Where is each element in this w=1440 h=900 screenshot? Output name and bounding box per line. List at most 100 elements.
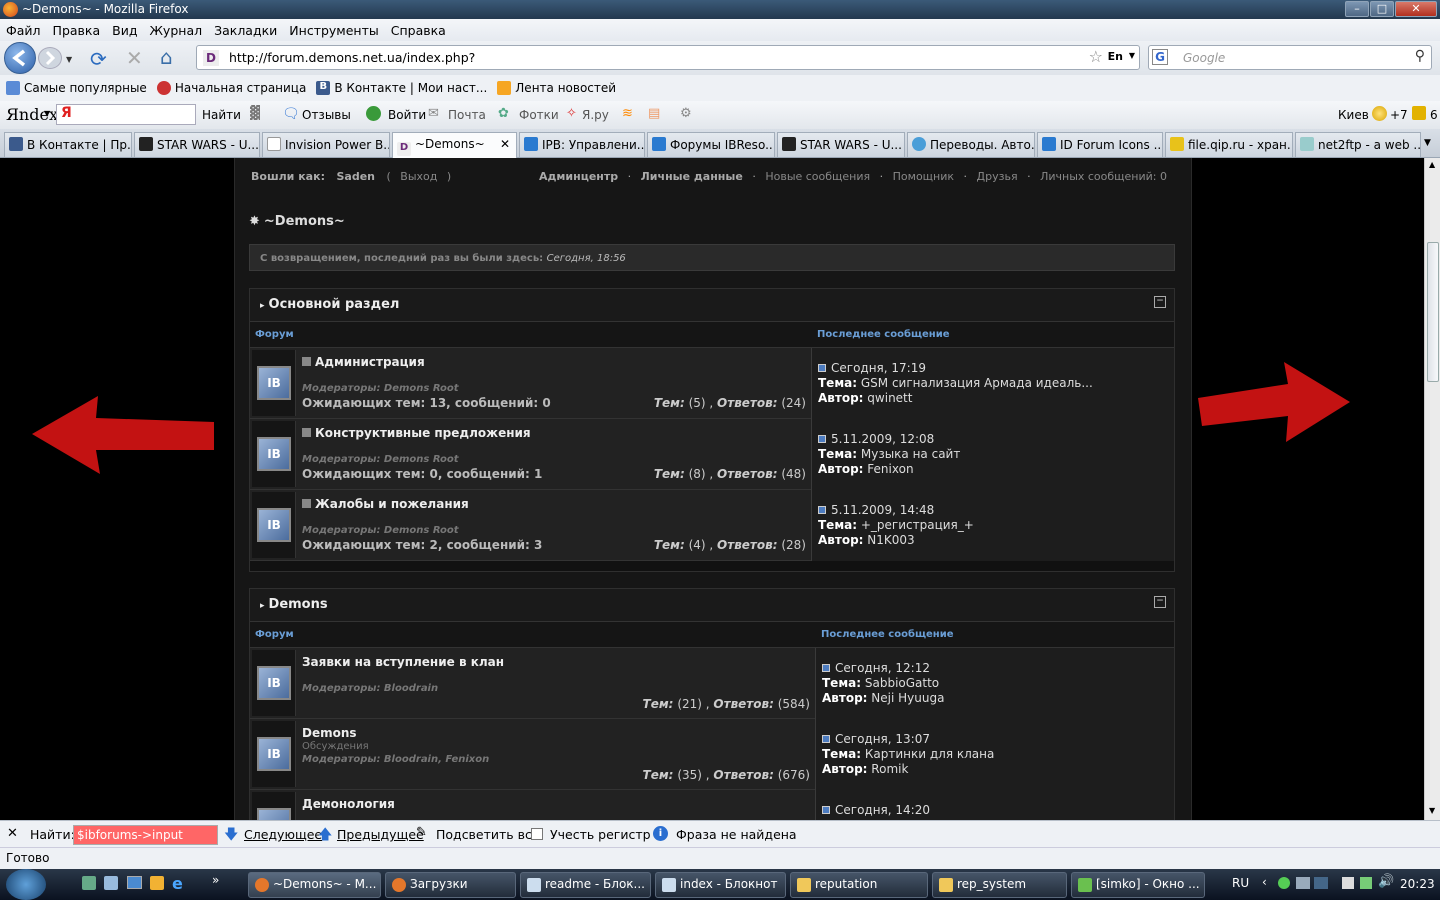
category-title[interactable]: Основной раздел: [269, 297, 400, 312]
forum-brand[interactable]: ✸ ~Demons~: [249, 214, 345, 229]
tray-qip-icon[interactable]: [1278, 877, 1290, 889]
friends-link[interactable]: Друзья: [977, 170, 1018, 183]
volume-icon[interactable]: 🔊: [1378, 874, 1394, 889]
last-post-author[interactable]: Romik: [871, 762, 908, 776]
taskbar-notepad-readme[interactable]: readme - Блок...: [520, 872, 651, 898]
admin-center-link[interactable]: Админцентр: [539, 170, 618, 183]
rss-icon[interactable]: ≋: [622, 106, 633, 121]
tab-id-forum-icons[interactable]: ID Forum Icons ...: [1037, 132, 1163, 157]
taskbar-downloads[interactable]: Загрузки: [385, 872, 516, 898]
start-button[interactable]: [6, 869, 46, 900]
forum-row[interactable]: IB Администрация Модераторы: Demons Root…: [250, 348, 1174, 419]
quicklaunch-explorer-icon[interactable]: [104, 876, 118, 890]
last-post-icon[interactable]: [818, 364, 826, 372]
taskbar-notepad-index[interactable]: index - Блокнот: [655, 872, 786, 898]
find-next-icon[interactable]: 🡇: [224, 824, 238, 848]
last-post-topic[interactable]: +_регистрация_+: [861, 518, 974, 532]
find-next-button[interactable]: Следующее: [244, 827, 322, 842]
tab-ipb[interactable]: IPB: Управлени...: [519, 132, 645, 157]
tray-device-icon[interactable]: [1342, 877, 1354, 889]
menu-bookmarks[interactable]: Закладки: [214, 23, 277, 38]
tray-expand-icon[interactable]: ‹: [1262, 875, 1267, 889]
show-desktop-icon[interactable]: [127, 876, 142, 889]
forum-row[interactable]: IB Конструктивные предложения Модераторы…: [250, 419, 1174, 490]
find-prev-icon[interactable]: 🡅: [318, 824, 332, 848]
forum-row[interactable]: IB Demons Обсуждения Модераторы: Bloodra…: [250, 719, 1174, 790]
menu-view[interactable]: Вид: [112, 23, 137, 38]
last-post-icon[interactable]: [818, 506, 826, 514]
menu-file[interactable]: Файл: [6, 23, 41, 38]
find-prev-button[interactable]: Предыдущее: [337, 827, 424, 842]
bookmark-popular[interactable]: Самые популярные: [24, 81, 147, 95]
last-post-icon[interactable]: [822, 735, 830, 743]
last-post-icon[interactable]: [818, 435, 826, 443]
forum-row[interactable]: IB Заявки на вступление в клан Модератор…: [250, 648, 1174, 719]
collapse-toggle-icon[interactable]: −: [1154, 596, 1166, 608]
notification-count[interactable]: 6: [1430, 108, 1438, 122]
logout-link[interactable]: Выход: [400, 170, 437, 183]
find-input[interactable]: $ibforums->input: [73, 825, 218, 845]
bookmark-start-page[interactable]: Начальная страница: [175, 81, 307, 95]
tab-close-icon[interactable]: ✕: [500, 137, 510, 151]
quicklaunch-app-icon[interactable]: [82, 876, 96, 890]
forum-row[interactable]: IB Демонология Сегодня, 14:20: [250, 790, 1174, 820]
username-link[interactable]: Saden: [336, 170, 375, 183]
yandex-logo[interactable]: Яndex: [6, 105, 58, 124]
taskbar-firefox[interactable]: ~Demons~ - M...: [248, 872, 381, 898]
internet-explorer-icon[interactable]: e: [172, 874, 183, 893]
bookmark-news-feed[interactable]: Лента новостей: [515, 81, 616, 95]
tab-invision[interactable]: Invision Power B...: [262, 132, 390, 157]
minimize-button[interactable]: –: [1345, 1, 1369, 17]
tab-star-wars-2[interactable]: STAR WARS - U...: [777, 132, 905, 157]
forward-button[interactable]: [38, 47, 62, 69]
language-indicator[interactable]: En: [1108, 50, 1123, 63]
scroll-up-icon[interactable]: ▲: [1429, 160, 1435, 169]
highlight-all-button[interactable]: Подсветить все: [436, 827, 540, 842]
helper-link[interactable]: Помощник: [893, 170, 954, 183]
menu-edit[interactable]: Правка: [53, 23, 101, 38]
last-post-author[interactable]: Fenixon: [867, 462, 913, 476]
tab-demons[interactable]: D ~Demons~ ✕: [392, 132, 517, 158]
taskbar-folder-reputation[interactable]: reputation: [790, 872, 928, 898]
yandex-login[interactable]: Войти: [388, 108, 426, 122]
forum-row[interactable]: IB Жалобы и пожелания Модераторы: Demons…: [250, 490, 1174, 561]
personal-data-link[interactable]: Личные данные: [641, 170, 743, 183]
tab-net2ftp[interactable]: net2ftp - a web ...: [1295, 132, 1421, 157]
yandex-mail[interactable]: Почта: [448, 108, 486, 122]
yandex-photos[interactable]: Фотки: [519, 108, 559, 122]
vertical-scrollbar[interactable]: ▲ ▼: [1424, 158, 1440, 820]
forum-name[interactable]: Администрация: [302, 355, 425, 369]
input-language[interactable]: RU: [1232, 876, 1249, 890]
new-posts-link[interactable]: Новые сообщения: [765, 170, 870, 183]
home-icon[interactable]: ⌂: [160, 45, 173, 69]
address-dropdown-icon[interactable]: ▼: [1129, 51, 1135, 60]
stop-icon[interactable]: ✕: [126, 46, 143, 70]
forum-name[interactable]: Demons: [302, 726, 357, 740]
bookmark-vkontakte[interactable]: В Контакте | Мои наст...: [334, 81, 487, 95]
yandex-yaru[interactable]: Я.ру: [582, 108, 609, 122]
clock[interactable]: 20:23: [1400, 877, 1435, 891]
yandex-menu-icon[interactable]: ▼: [44, 109, 50, 118]
forum-name[interactable]: Конструктивные предложения: [302, 426, 531, 440]
address-bar[interactable]: D http://forum.demons.net.ua/index.php? …: [196, 45, 1140, 70]
media-player-icon[interactable]: [150, 876, 164, 890]
tab-list-dropdown-icon[interactable]: ▼: [1424, 138, 1431, 148]
collapse-toggle-icon[interactable]: −: [1154, 296, 1166, 308]
match-case-checkbox[interactable]: [531, 828, 543, 840]
yandex-find-button[interactable]: Найти: [202, 108, 241, 122]
tab-star-wars[interactable]: STAR WARS - U...: [134, 132, 260, 157]
tab-file-qip[interactable]: file.qip.ru - хран...: [1165, 132, 1293, 157]
private-messages-link[interactable]: Личных сообщений: 0: [1040, 170, 1167, 183]
last-post-topic[interactable]: SabbioGatto: [865, 676, 939, 690]
find-close-icon[interactable]: ✕: [7, 826, 18, 841]
forum-name[interactable]: Демонология: [302, 797, 395, 811]
folder-icon[interactable]: ▤: [648, 106, 660, 121]
yandex-search-input[interactable]: Я: [56, 104, 196, 125]
maximize-button[interactable]: □: [1370, 1, 1394, 17]
yandex-reviews[interactable]: Отзывы: [302, 108, 351, 122]
tray-network-icon[interactable]: [1360, 877, 1372, 889]
last-post-icon[interactable]: [822, 664, 830, 672]
menu-history[interactable]: Журнал: [149, 23, 202, 38]
weather-city[interactable]: Киев: [1338, 108, 1369, 122]
tray-app-icon[interactable]: [1296, 877, 1310, 889]
